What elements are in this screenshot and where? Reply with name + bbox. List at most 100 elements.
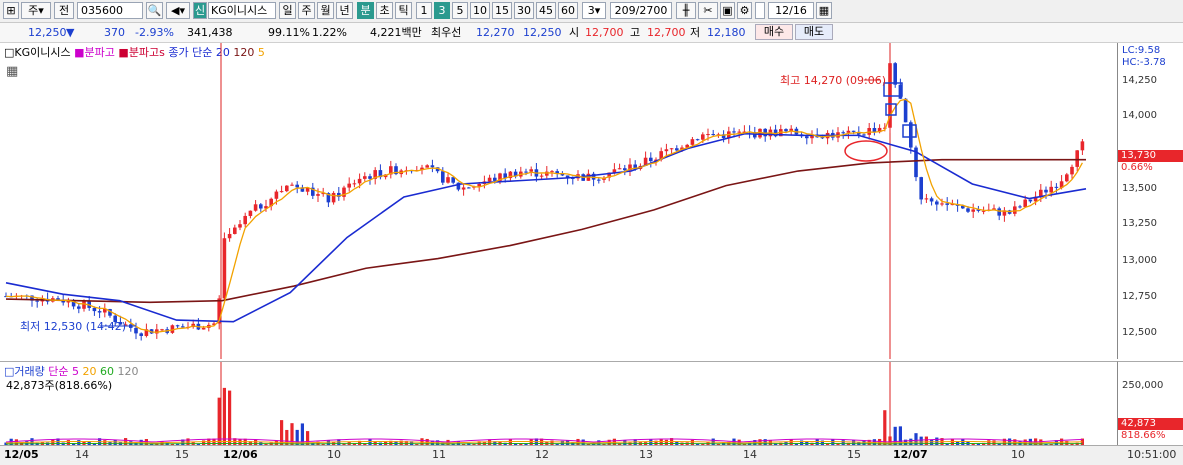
pattern-ellipse <box>844 140 888 162</box>
volume-chart-pane[interactable]: □거래량 단순 5 20 60 120 42,873주(818.66%) <box>0 361 1117 446</box>
period-month[interactable]: 월 <box>317 2 334 19</box>
candle <box>940 203 944 205</box>
hc-label: HC:-3.78 <box>1122 57 1166 68</box>
price-chart-pane[interactable]: □KG이니시스 ■분파고 ■분파고s 종가 단순 20 120 5 ▦ 최고 1… <box>0 43 1117 359</box>
candle <box>851 130 856 132</box>
candle <box>924 198 929 200</box>
ma120-line <box>5 158 1086 304</box>
date-checkbox[interactable] <box>755 2 765 19</box>
candle <box>274 191 279 199</box>
interval-5[interactable]: 5 <box>452 2 468 19</box>
candle <box>919 177 923 200</box>
candle <box>238 224 242 228</box>
interval-input[interactable]: 3▾ <box>582 2 606 19</box>
candle <box>1075 150 1079 167</box>
period-week[interactable]: 주 <box>298 2 315 19</box>
candle <box>285 185 289 192</box>
x-label: 14 <box>743 448 757 461</box>
market-select[interactable]: 주▾ <box>21 2 51 19</box>
x-label: 12/07 <box>893 448 928 461</box>
candle <box>368 176 372 179</box>
date-input[interactable]: 12/16 <box>768 2 814 19</box>
candle <box>1080 141 1085 151</box>
interval-1[interactable]: 1 <box>416 2 432 19</box>
stock-name[interactable]: KG이니시스 <box>208 2 276 19</box>
current-price: 12,250 <box>28 26 67 39</box>
interval-10[interactable]: 10 <box>470 2 490 19</box>
current-pct-label: 0.66% <box>1118 162 1183 174</box>
down-arrow-icon: ▼ <box>66 26 75 39</box>
candle <box>1070 166 1074 175</box>
x-label: 13 <box>639 448 653 461</box>
sound-icon[interactable]: ◀▾ <box>166 2 190 19</box>
candle <box>529 169 533 172</box>
buy-button[interactable]: 매수 <box>755 24 793 40</box>
candle <box>1044 189 1048 193</box>
candle-icon[interactable]: ╫ <box>676 2 696 19</box>
tools-icon[interactable]: ✂ <box>698 2 718 19</box>
time-label: 10:51:00 <box>1127 448 1177 461</box>
candle <box>617 168 622 170</box>
quote-bar: 12,250 ▼ 370 -2.93% 341,438 99.11% 1.22%… <box>0 23 1183 43</box>
candle <box>805 136 809 139</box>
candle <box>997 208 1001 216</box>
candle <box>1018 206 1022 208</box>
x-label: 11 <box>432 448 446 461</box>
low-label: 저 <box>690 26 701 39</box>
open-price: 12,700 <box>585 26 624 39</box>
x-label: 15 <box>847 448 861 461</box>
period-minute[interactable]: 분 <box>357 2 374 19</box>
interval-15[interactable]: 15 <box>492 2 512 19</box>
candle <box>597 179 601 181</box>
sell-button[interactable]: 매도 <box>795 24 833 40</box>
candle <box>347 183 351 188</box>
code-input[interactable]: 035600 <box>77 2 143 19</box>
price-axis: LC:9.58 HC:-3.78 14,250 14,000 13,500 13… <box>1117 43 1183 359</box>
x-label: 10 <box>1011 448 1025 461</box>
candle <box>467 187 471 189</box>
candle <box>139 333 143 336</box>
candle <box>134 327 138 334</box>
candle <box>690 139 695 145</box>
candle <box>623 168 627 171</box>
search-icon[interactable]: 🔍 <box>146 2 163 19</box>
save-icon[interactable]: ▣ <box>720 2 735 19</box>
period-second[interactable]: 초 <box>376 2 393 19</box>
price-tick: 13,250 <box>1122 218 1157 229</box>
chart-type-icon[interactable]: ⊞ <box>3 2 19 19</box>
candle <box>669 148 674 150</box>
mode-button[interactable]: 전 <box>54 2 74 19</box>
price-tick: 13,500 <box>1122 183 1157 194</box>
gear-icon[interactable]: ⚙ <box>737 2 752 19</box>
interval-60[interactable]: 60 <box>558 2 578 19</box>
current-price-badge: 13,730 <box>1118 150 1183 162</box>
candle <box>545 171 549 176</box>
interval-3[interactable]: 3 <box>434 2 450 19</box>
candle <box>97 311 102 313</box>
candle <box>441 171 445 183</box>
candle <box>253 204 258 211</box>
candle <box>732 131 736 133</box>
candle <box>175 325 180 327</box>
candle <box>1028 199 1033 202</box>
period-tick[interactable]: 틱 <box>395 2 412 19</box>
price-chart-svg: 최고 14,270 (09:06) 최저 12,530 (14:42) <box>4 43 1087 359</box>
high-price: 12,700 <box>647 26 686 39</box>
candle <box>550 171 554 173</box>
interval-30[interactable]: 30 <box>514 2 534 19</box>
candle <box>430 165 435 168</box>
volume-bar <box>222 387 226 446</box>
volume-chart-svg <box>4 362 1084 446</box>
candle <box>331 192 336 203</box>
trade-amount: 4,221백만 <box>370 26 422 39</box>
period-year[interactable]: 년 <box>336 2 353 19</box>
candle <box>1013 206 1017 214</box>
count-input[interactable]: 209/2700 <box>610 2 672 19</box>
candle <box>903 98 908 123</box>
price-tick: 12,750 <box>1122 291 1157 302</box>
interval-45[interactable]: 45 <box>536 2 556 19</box>
period-day[interactable]: 일 <box>279 2 296 19</box>
calendar-icon[interactable]: ▦ <box>816 2 832 19</box>
candle <box>539 175 544 177</box>
volume-bar <box>228 390 232 446</box>
